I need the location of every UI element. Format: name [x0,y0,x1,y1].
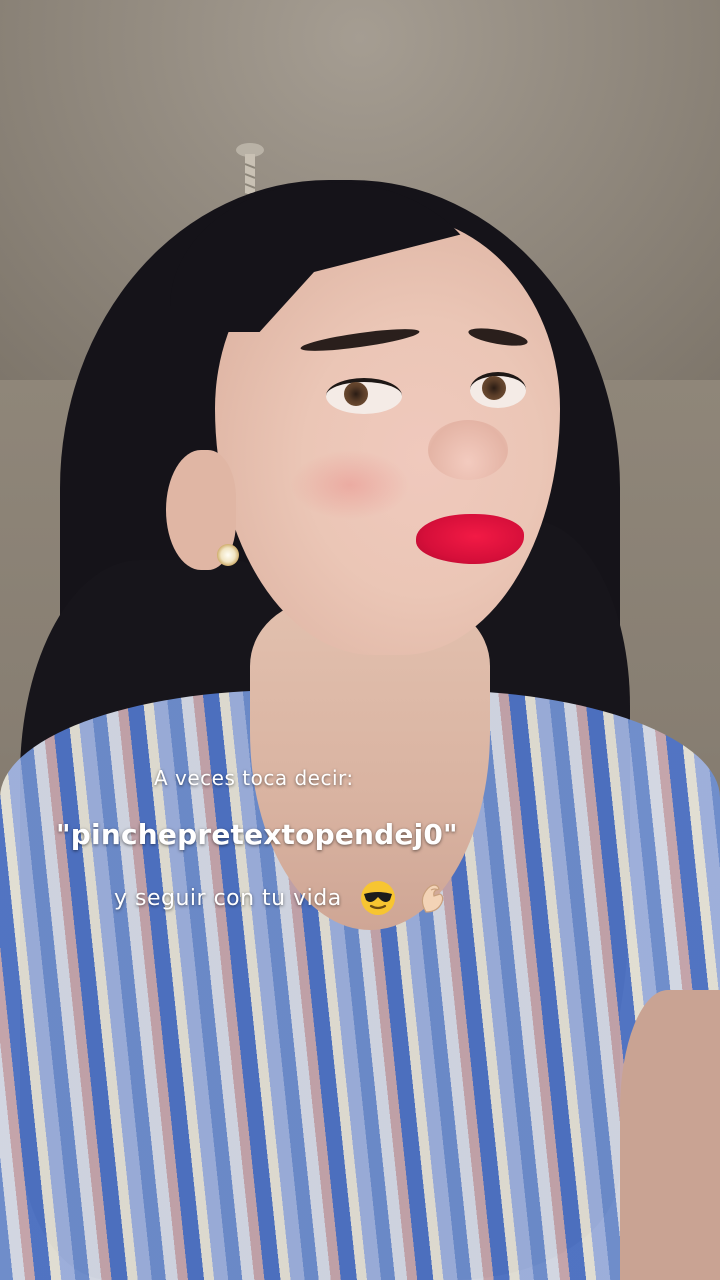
left-iris [344,382,368,406]
caption-line-2: "pinchepretextopendej0" [56,818,458,851]
caption-line-1: A veces toca decir: [154,766,354,790]
arm [620,990,720,1280]
right-iris [482,376,506,400]
nose [428,420,508,480]
red-lips [416,514,524,564]
caption-line-3-text: y seguir con tu vida [114,885,342,911]
sunglasses-emoji-icon [360,880,396,916]
pinched-fingers-emoji-icon [414,880,450,916]
selfie-photo: A veces toca decir: "pinchepretextopende… [0,0,720,1280]
caption-line-3: y seguir con tu vida [114,880,494,916]
cheek-blush [290,450,410,520]
earring [217,544,239,566]
